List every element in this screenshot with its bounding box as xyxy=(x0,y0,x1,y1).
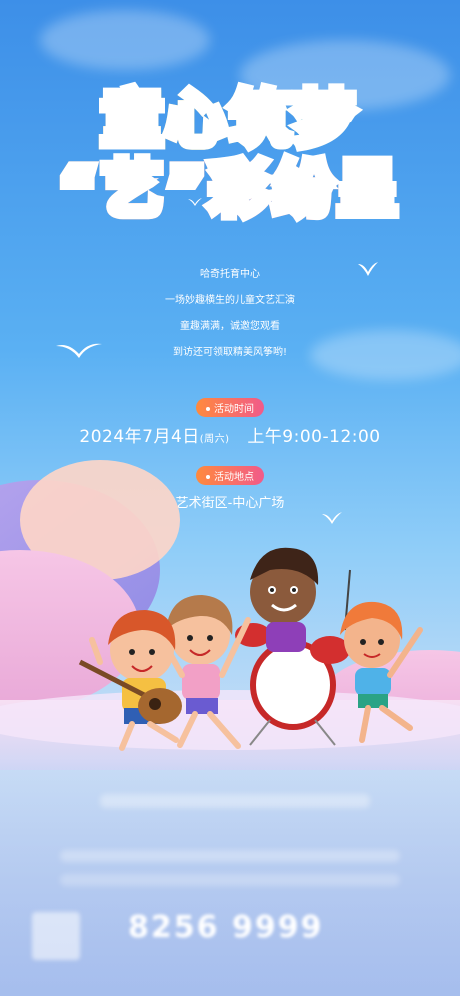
time-badge: 活动时间 xyxy=(196,398,264,417)
intro-text: 哈奇托育中心 一场妙趣横生的儿童文艺汇演 童趣满满，诚邀您观看 到访还可领取精美… xyxy=(0,262,460,366)
event-weekday: (周六) xyxy=(199,434,230,445)
footer-blurred-area: 8256 9999 xyxy=(0,760,460,996)
intro-line: 童趣满满，诚邀您观看 xyxy=(180,321,280,332)
event-date: 2024年7月4日 xyxy=(79,427,200,447)
intro-line: 哈奇托育中心 xyxy=(200,269,260,280)
contact-phone: 8256 9999 xyxy=(128,910,324,945)
title-line-1-wrap: 童心筑梦 xyxy=(0,85,460,155)
qr-code-icon xyxy=(32,912,80,960)
event-hours: 上午9:00-12:00 xyxy=(247,427,381,447)
event-time: 2024年7月4日(周六) 上午9:00-12:00 xyxy=(0,422,460,447)
kids-band-illustration xyxy=(0,460,460,770)
blurred-line xyxy=(100,794,370,808)
badge-dot-icon xyxy=(206,407,210,411)
poster: 童心筑梦 “艺”彩纷呈 哈奇托育中心 一场妙趣横生的儿童文艺汇演 童趣满满，诚邀… xyxy=(0,0,460,996)
time-label: 活动时间 xyxy=(214,404,254,415)
blurred-line xyxy=(60,850,400,862)
title-line-1: 童心筑梦 xyxy=(0,85,460,155)
cloud xyxy=(40,10,210,70)
title-line-2-wrap: “艺”彩纷呈 xyxy=(0,155,460,225)
intro-line: 一场妙趣横生的儿童文艺汇演 xyxy=(165,295,295,306)
intro-line: 到访还可领取精美风筝哟! xyxy=(172,347,287,358)
blurred-line xyxy=(60,874,400,886)
title-line-2: “艺”彩纷呈 xyxy=(0,155,460,225)
